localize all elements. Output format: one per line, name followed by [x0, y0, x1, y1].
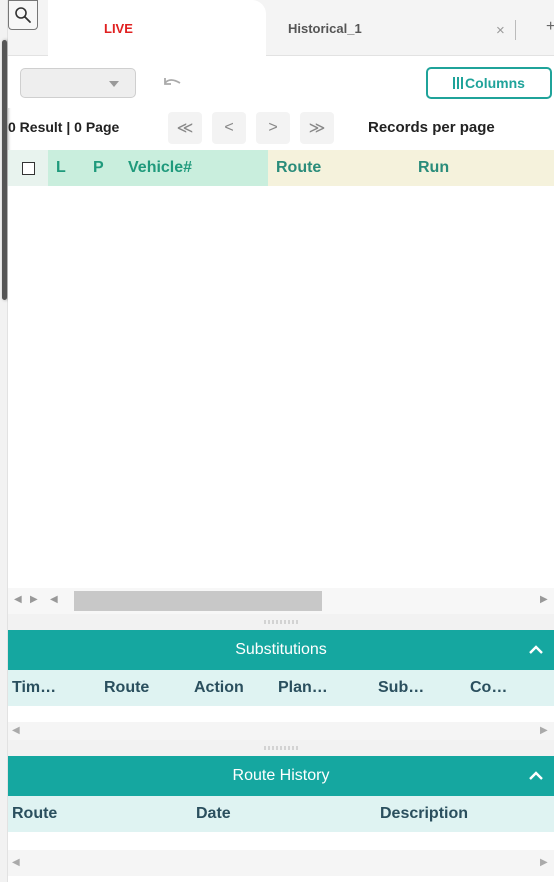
- horizontal-scrollbar[interactable]: ◀ ▶ ◀ ▶: [8, 588, 554, 614]
- column-header-route[interactable]: Route: [276, 159, 321, 177]
- column-header-comments[interactable]: Co…: [470, 679, 507, 697]
- scroll-left-icon[interactable]: ◀: [14, 594, 22, 605]
- tab-bar: LIVE Historical_1 × +: [8, 0, 554, 56]
- column-header-route[interactable]: Route: [12, 805, 57, 823]
- grid-header: L P Vehicle# Route Run: [8, 150, 554, 186]
- column-header-route[interactable]: Route: [104, 679, 149, 697]
- search-icon: [15, 7, 31, 23]
- grip-icon: [263, 620, 299, 624]
- pagination-bar: 0 Result | 0 Page ≪ < > ≫ Records per pa…: [8, 108, 554, 148]
- column-header-date[interactable]: Date: [196, 805, 231, 823]
- column-header-p[interactable]: P: [93, 159, 104, 177]
- next-page-button[interactable]: >: [256, 112, 290, 144]
- substitutions-title: Substitutions: [235, 641, 327, 658]
- close-tab-icon[interactable]: ×: [496, 22, 505, 39]
- route-history-header[interactable]: Route History: [8, 756, 554, 796]
- route-history-scrollbar[interactable]: ◀ ▶: [8, 850, 554, 876]
- column-header-run[interactable]: Run: [418, 159, 449, 177]
- column-header-vehicle[interactable]: Vehicle#: [128, 159, 192, 177]
- filter-select[interactable]: [20, 68, 136, 98]
- add-tab-icon[interactable]: +: [546, 18, 554, 36]
- column-header-l[interactable]: L: [56, 159, 66, 177]
- column-header-substitute[interactable]: Sub…: [378, 679, 424, 697]
- chevron-up-icon[interactable]: [528, 768, 544, 784]
- tab-live[interactable]: LIVE: [48, 0, 266, 56]
- select-all-cell: [8, 150, 48, 186]
- first-page-button[interactable]: ≪: [168, 112, 202, 144]
- columns-button-label: Columns: [465, 75, 525, 91]
- header-group-route: Route Run: [268, 150, 554, 186]
- column-header-time[interactable]: Tim…: [12, 679, 56, 697]
- scroll-left-icon[interactable]: ◀: [12, 725, 20, 736]
- columns-icon: [453, 77, 464, 89]
- prev-page-button[interactable]: <: [212, 112, 246, 144]
- chevron-down-icon: [109, 81, 119, 87]
- scroll-left-icon[interactable]: ◀: [50, 594, 58, 605]
- scroll-right-icon[interactable]: ▶: [30, 594, 38, 605]
- panel-splitter[interactable]: [8, 614, 554, 630]
- columns-button[interactable]: Columns: [426, 67, 552, 99]
- toolbar: Columns: [8, 56, 554, 108]
- grip-icon: [263, 746, 299, 750]
- substitutions-header[interactable]: Substitutions: [8, 630, 554, 670]
- column-header-action[interactable]: Action: [194, 679, 244, 697]
- tab-live-label: LIVE: [104, 20, 133, 36]
- scroll-left-icon[interactable]: ◀: [12, 857, 20, 868]
- last-page-button[interactable]: ≫: [300, 112, 334, 144]
- column-header-description[interactable]: Description: [380, 805, 468, 823]
- route-history-title: Route History: [232, 767, 330, 784]
- select-all-checkbox[interactable]: [21, 161, 35, 175]
- scroll-right-icon[interactable]: ▶: [540, 594, 548, 605]
- result-count: 0 Result | 0 Page: [8, 119, 120, 135]
- resize-handle[interactable]: [2, 40, 7, 300]
- tab-divider: [515, 20, 516, 40]
- scroll-right-icon[interactable]: ▶: [540, 725, 548, 736]
- left-edge-panel: [0, 0, 8, 882]
- header-group-vehicle: L P Vehicle#: [48, 150, 268, 186]
- records-per-page-label: Records per page: [368, 119, 495, 136]
- route-history-columns: Route Date Description: [8, 796, 554, 832]
- panel-splitter[interactable]: [8, 740, 554, 756]
- search-button[interactable]: [8, 0, 38, 30]
- route-history-body: [8, 832, 554, 846]
- undo-button[interactable]: [160, 72, 184, 92]
- grid-body: [8, 186, 554, 588]
- substitutions-columns: Tim… Route Action Plan… Sub… Co…: [8, 670, 554, 706]
- chevron-up-icon[interactable]: [528, 642, 544, 658]
- undo-icon: [164, 78, 181, 85]
- scrollbar-thumb[interactable]: [74, 591, 322, 611]
- column-header-planned[interactable]: Plan…: [278, 679, 328, 697]
- scroll-right-icon[interactable]: ▶: [540, 857, 548, 868]
- tab-historical-label: Historical_1: [288, 20, 362, 36]
- substitutions-body: [8, 706, 554, 720]
- substitutions-scrollbar[interactable]: ◀ ▶: [8, 722, 554, 740]
